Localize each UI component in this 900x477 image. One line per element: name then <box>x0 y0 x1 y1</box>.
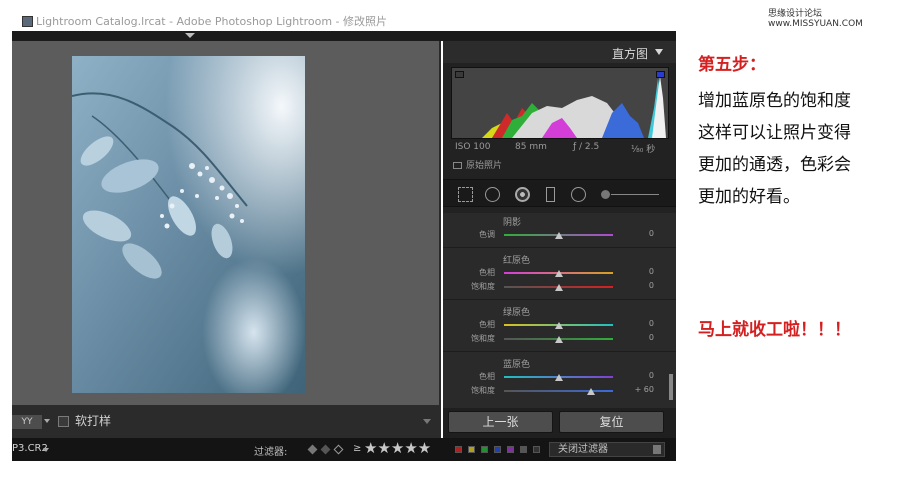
watermark-text: 思缘设计论坛 www.MISSYUAN.COM <box>768 9 863 29</box>
slider-label: 饱和度 <box>471 334 495 343</box>
slider-thumb[interactable] <box>554 270 563 277</box>
lightroom-app-icon <box>22 16 33 27</box>
slider-track[interactable] <box>504 390 613 392</box>
top-panel-toggle-strip[interactable] <box>12 31 676 41</box>
histogram-graph <box>451 67 669 139</box>
slider-thumb[interactable] <box>554 232 563 239</box>
panel-scrollbar[interactable] <box>669 374 673 400</box>
section-divider <box>443 351 676 352</box>
window-titlebar: Lightroom Catalog.lrcat - Adobe Photosho… <box>12 13 676 31</box>
filmstrip-bar: P3.CR2 过滤器: ≥ ★★★★★ 关闭过滤器 <box>12 438 676 461</box>
flag-picked-icon[interactable] <box>307 444 318 455</box>
slider-label: 色调 <box>479 230 495 239</box>
reset-button[interactable]: 复位 <box>559 411 664 433</box>
slider-value[interactable]: 0 <box>649 319 654 328</box>
flag-unflagged-icon[interactable] <box>320 444 331 455</box>
calibration-section-title: 阴影 <box>503 218 522 228</box>
window-title: Lightroom Catalog.lrcat - Adobe Photosho… <box>36 15 387 28</box>
description-line: 增加蓝原色的饱和度 <box>698 91 851 111</box>
filename-dropdown-icon[interactable] <box>43 448 49 452</box>
slider-label: 饱和度 <box>471 386 495 395</box>
description-line: 更加的好看。 <box>698 187 800 207</box>
previous-button[interactable]: 上一张 <box>448 411 553 433</box>
slider-value[interactable]: 0 <box>649 281 654 290</box>
develop-right-panel: 直方图 ISO 100 85 mm ƒ / 2.5 ¹⁄₈₀ 秒 原始照片 阴影… <box>443 41 676 438</box>
chevron-down-icon[interactable] <box>44 419 50 423</box>
slider-thumb[interactable] <box>587 388 596 395</box>
filter-label: 过滤器: <box>254 447 288 458</box>
soft-proof-checkbox[interactable] <box>58 416 69 427</box>
radial-filter-icon[interactable] <box>571 187 586 202</box>
section-divider <box>443 299 676 300</box>
adjustment-brush-icon[interactable] <box>601 187 659 202</box>
closing-remark: 马上就收工啦！！！ <box>698 320 851 340</box>
photo-image <box>72 56 305 393</box>
graduated-filter-icon[interactable] <box>546 187 555 202</box>
description-line: 这样可以让照片变得 <box>698 123 851 143</box>
slider-thumb[interactable] <box>554 336 563 343</box>
exif-shutter: ¹⁄₈₀ 秒 <box>631 145 656 155</box>
flag-rejected-icon[interactable] <box>333 444 344 455</box>
histogram-curves <box>482 76 666 138</box>
highlight-clipping-icon[interactable] <box>656 71 665 78</box>
slider-label: 色相 <box>479 268 495 277</box>
filter-preset-value: 关闭过滤器 <box>558 444 608 455</box>
calibration-section-title: 绿原色 <box>503 308 531 318</box>
slider-label: 色相 <box>479 372 495 381</box>
before-after-view-button[interactable]: YY <box>12 415 42 429</box>
slider-thumb[interactable] <box>554 374 563 381</box>
histogram-collapse-icon[interactable] <box>655 49 663 55</box>
color-label-purple-icon[interactable] <box>507 446 514 453</box>
original-photo-checkbox[interactable] <box>453 162 462 169</box>
color-label-blue-icon[interactable] <box>494 446 501 453</box>
histogram-title[interactable]: 直方图 <box>612 45 648 62</box>
slider-value[interactable]: 0 <box>649 229 654 238</box>
panel-button-bar: 上一张 复位 <box>443 408 676 438</box>
original-photo-label: 原始照片 <box>466 161 503 171</box>
filter-preset-select[interactable]: 关闭过滤器 <box>549 442 665 457</box>
exif-iso: ISO 100 <box>455 142 491 152</box>
spot-removal-icon[interactable] <box>485 187 500 202</box>
color-label-yellow-icon[interactable] <box>468 446 475 453</box>
rating-operator[interactable]: ≥ <box>353 443 361 454</box>
collapse-arrow-icon[interactable] <box>185 33 195 38</box>
photo-preview[interactable] <box>72 56 305 393</box>
section-divider <box>443 247 676 248</box>
slider-value[interactable]: 0 <box>649 333 654 342</box>
filter-lock-icon[interactable] <box>653 445 661 454</box>
red-eye-icon[interactable] <box>515 187 530 202</box>
calibration-section-title: 红原色 <box>503 256 531 266</box>
original-photo-toggle[interactable]: 原始照片 <box>453 160 502 172</box>
slider-value[interactable]: 0 <box>649 371 654 380</box>
slider-thumb[interactable] <box>554 284 563 291</box>
description-line: 更加的通透，色彩会 <box>698 155 851 175</box>
exif-info: ISO 100 85 mm ƒ / 2.5 ¹⁄₈₀ 秒 <box>455 142 665 156</box>
crop-tool-icon[interactable] <box>458 187 473 202</box>
slider-value[interactable]: 0 <box>649 267 654 276</box>
star-rating-filter[interactable]: ★★★★★ <box>364 439 431 457</box>
slider-label: 色相 <box>479 320 495 329</box>
slider-label: 饱和度 <box>471 282 495 291</box>
slider-value[interactable]: + 60 <box>635 385 654 394</box>
color-label-none-icon[interactable] <box>520 446 527 453</box>
screenshot-root: 思缘设计论坛 www.MISSYUAN.COM Lightroom Catalo… <box>0 0 900 477</box>
camera-calibration-panel: 阴影 色调 0 红原色 色相 0 饱和度 0 绿原色 色相 0 饱和度 0 蓝原色 色相 0 饱和度 + 60 <box>443 213 676 408</box>
slider-thumb[interactable] <box>554 322 563 329</box>
step-heading: 第五步： <box>698 55 766 75</box>
viewer-toolbar: YY 软打样 <box>12 405 441 438</box>
shadow-clipping-icon[interactable] <box>455 71 464 78</box>
color-label-green-icon[interactable] <box>481 446 488 453</box>
step-description: 增加蓝原色的饱和度 这样可以让照片变得 更加的通透，色彩会 更加的好看。 <box>698 85 888 213</box>
soft-proof-label: 软打样 <box>75 414 112 428</box>
exif-focal: 85 mm <box>515 142 547 152</box>
color-label-other-icon[interactable] <box>533 446 540 453</box>
toolbar-menu-arrow-icon[interactable] <box>423 419 431 424</box>
calibration-section-title: 蓝原色 <box>503 360 531 370</box>
tool-strip <box>443 179 676 207</box>
color-label-red-icon[interactable] <box>455 446 462 453</box>
exif-aperture: ƒ / 2.5 <box>573 142 600 152</box>
